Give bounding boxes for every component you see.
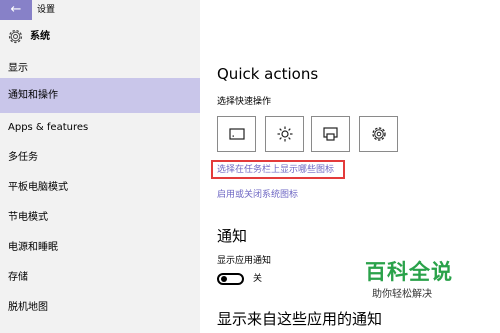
quick-actions-subtitle: 选择快速操作 [217, 97, 272, 107]
apps-notifications-title: 显示来自这些应用的通知 [217, 310, 383, 328]
back-button[interactable]: ← [0, 0, 32, 20]
gear-icon [8, 29, 23, 44]
sidebar-item-notifications-actions[interactable]: 通知和操作 [0, 78, 200, 113]
sidebar: ← 设置 系统 显示 通知和操作 Apps & features 多任务 平板电… [0, 0, 200, 333]
title-bar: ← 设置 [0, 0, 200, 20]
app-notifications-toggle[interactable] [217, 273, 244, 285]
quick-action-tile-tablet[interactable] [217, 116, 256, 152]
settings-icon [372, 127, 386, 141]
quick-action-tile-settings[interactable] [359, 116, 398, 152]
quick-actions-title: Quick actions [217, 65, 319, 83]
window-title: 设置 [37, 5, 56, 15]
section-header: 系统 [0, 24, 200, 50]
main-content: Quick actions 选择快速操作 选择在任务栏上显示哪些图标 启用或关闭… [200, 0, 500, 333]
sidebar-item-offline-maps[interactable]: 脱机地图 [0, 290, 200, 325]
brightness-icon [277, 126, 293, 142]
watermark-title: 百科全说 [365, 260, 453, 284]
watermark-subtitle: 助你轻松解决 [372, 289, 432, 300]
quick-action-tile-project[interactable] [311, 116, 350, 152]
tablet-mode-icon [229, 128, 245, 140]
project-icon [323, 127, 338, 141]
toggle-state-label: 关 [253, 274, 263, 284]
show-app-notifications-label: 显示应用通知 [217, 256, 272, 266]
notifications-title: 通知 [217, 227, 248, 245]
back-arrow-icon: ← [10, 2, 22, 17]
taskbar-icons-link[interactable]: 选择在任务栏上显示哪些图标 [217, 164, 334, 176]
section-title: 系统 [30, 31, 50, 42]
quick-action-tile-brightness[interactable] [265, 116, 304, 152]
system-icons-link[interactable]: 启用或关闭系统图标 [217, 189, 298, 201]
toggle-knob [221, 276, 227, 282]
